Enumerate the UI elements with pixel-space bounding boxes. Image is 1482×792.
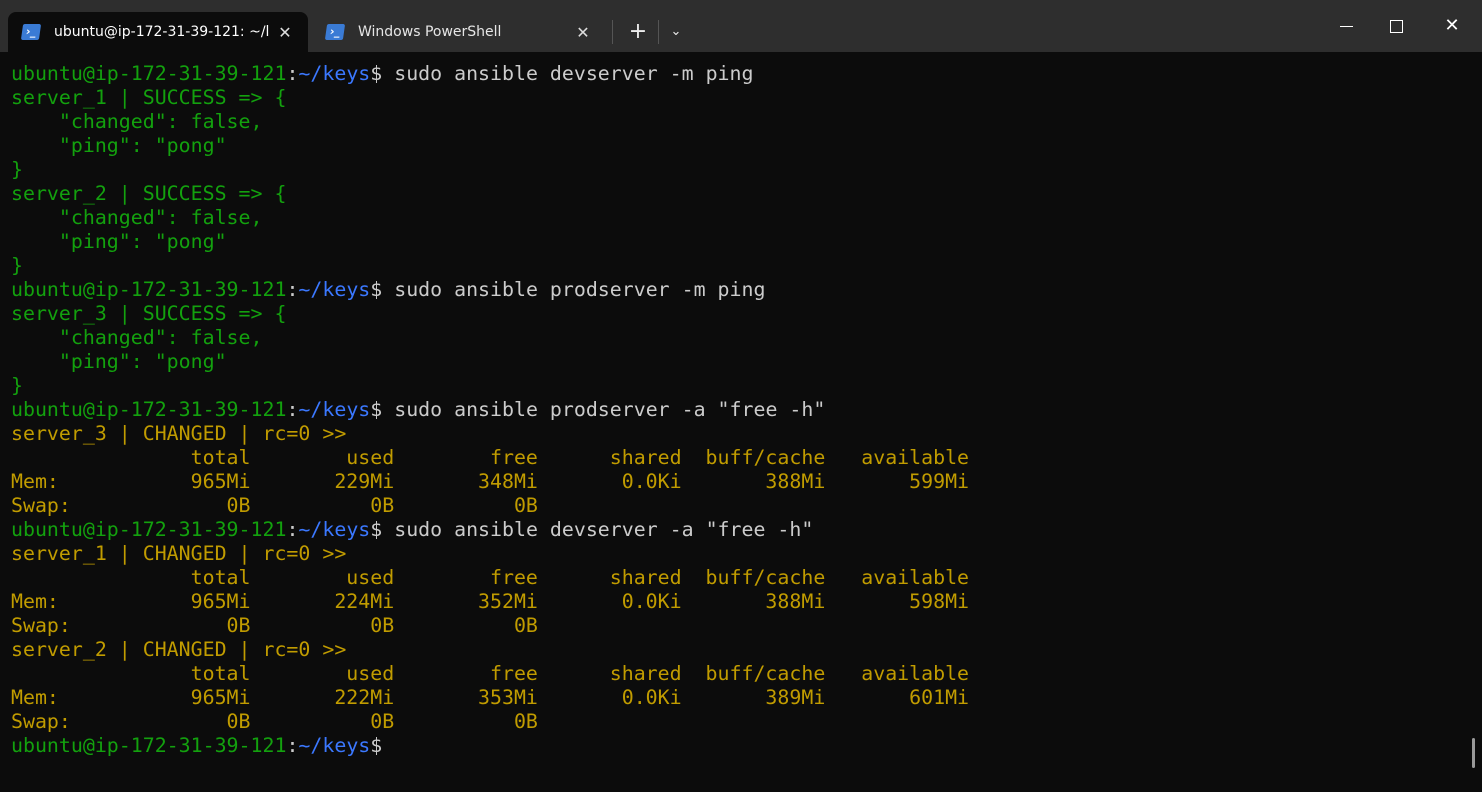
close-tab-icon[interactable]: ✕ [568, 23, 598, 42]
terminal-text-segment: ubuntu@ip-172-31-39-121 [11, 734, 287, 757]
terminal-line: "changed": false, [11, 326, 969, 350]
terminal-text-segment: Swap: 0B 0B 0B [11, 710, 538, 733]
powershell-icon: ›_ [324, 24, 346, 40]
terminal-text-segment: : [286, 398, 299, 421]
terminal-text-segment: Swap: 0B 0B 0B [11, 614, 538, 637]
terminal-text-segment: ~/keys [298, 278, 371, 301]
terminal-text-segment: $ [370, 734, 383, 757]
chevron-down-icon[interactable]: ⌄ [664, 16, 688, 48]
terminal-text-segment: $ sudo ansible devserver -a "free -h" [370, 518, 814, 541]
minimize-button[interactable] [1318, 0, 1374, 52]
terminal-line: server_1 | SUCCESS => { [11, 86, 969, 110]
terminal-line: Swap: 0B 0B 0B [11, 494, 969, 518]
terminal-text-segment: ubuntu@ip-172-31-39-121 [11, 398, 287, 421]
terminal-text-segment: } [11, 158, 23, 181]
terminal-output[interactable]: ubuntu@ip-172-31-39-121:~/keys$ sudo ans… [11, 62, 969, 758]
terminal-line: total used free shared buff/cache availa… [11, 446, 969, 470]
terminal-line: } [11, 158, 969, 182]
terminal-text-segment: ubuntu@ip-172-31-39-121 [11, 518, 287, 541]
terminal-text-segment: ubuntu@ip-172-31-39-121 [11, 278, 287, 301]
divider [612, 20, 613, 44]
terminal-text-segment: $ sudo ansible prodserver -a "free -h" [370, 398, 826, 421]
terminal-line: ubuntu@ip-172-31-39-121:~/keys$ [11, 734, 969, 758]
terminal-text-segment: "changed": false, [11, 206, 263, 229]
terminal-text-segment: : [286, 734, 299, 757]
terminal-line: "ping": "pong" [11, 230, 969, 254]
minimize-icon [1339, 25, 1353, 27]
divider [658, 20, 659, 44]
tab-label: Windows PowerShell [358, 24, 502, 40]
terminal-text-segment: Mem: 965Mi 222Mi 353Mi 0.0Ki 389Mi 601Mi [11, 686, 970, 709]
terminal-text-segment: server_1 | CHANGED | rc=0 >> [11, 542, 347, 565]
terminal-line: server_3 | SUCCESS => { [11, 302, 969, 326]
terminal-line: server_3 | CHANGED | rc=0 >> [11, 422, 969, 446]
terminal-text-segment: : [286, 518, 299, 541]
terminal-text-segment: Swap: 0B 0B 0B [11, 494, 538, 517]
terminal-text-segment: "changed": false, [11, 110, 263, 133]
terminal-line: "changed": false, [11, 110, 969, 134]
maximize-button[interactable] [1368, 0, 1424, 52]
terminal-text-segment: ~/keys [298, 62, 371, 85]
tab-windows-powershell[interactable]: ›_ Windows PowerShell ✕ [312, 12, 606, 52]
maximize-icon [1389, 19, 1403, 33]
terminal-line: total used free shared buff/cache availa… [11, 662, 969, 686]
terminal-text-segment: ubuntu@ip-172-31-39-121 [11, 62, 287, 85]
terminal-line: server_2 | SUCCESS => { [11, 182, 969, 206]
terminal-text-segment: server_2 | CHANGED | rc=0 >> [11, 638, 347, 661]
scrollbar-thumb[interactable] [1472, 738, 1475, 768]
terminal-line: "ping": "pong" [11, 134, 969, 158]
new-tab-button[interactable]: + [624, 16, 652, 48]
close-tab-icon[interactable]: ✕ [270, 23, 300, 42]
terminal-text-segment: ~/keys [298, 734, 371, 757]
terminal-text-segment: : [286, 278, 299, 301]
terminal-line: ubuntu@ip-172-31-39-121:~/keys$ sudo ans… [11, 278, 969, 302]
close-window-button[interactable]: ✕ [1424, 0, 1480, 52]
terminal-text-segment: total used free shared buff/cache availa… [11, 662, 970, 685]
terminal-text-segment: "ping": "pong" [11, 230, 227, 253]
terminal-line: ubuntu@ip-172-31-39-121:~/keys$ sudo ans… [11, 62, 969, 86]
terminal-line: server_2 | CHANGED | rc=0 >> [11, 638, 969, 662]
terminal-line: } [11, 374, 969, 398]
terminal-line: Swap: 0B 0B 0B [11, 710, 969, 734]
terminal-text-segment: $ sudo ansible prodserver -m ping [370, 278, 766, 301]
terminal-text-segment: server_2 | SUCCESS => { [11, 182, 287, 205]
terminal-text-segment: "ping": "pong" [11, 134, 227, 157]
terminal-line: ubuntu@ip-172-31-39-121:~/keys$ sudo ans… [11, 398, 969, 422]
terminal-line: "ping": "pong" [11, 350, 969, 374]
terminal-text-segment: ~/keys [298, 398, 371, 421]
terminal-text-segment: : [286, 62, 299, 85]
terminal-text-segment: ~/keys [298, 518, 371, 541]
terminal-line: Mem: 965Mi 229Mi 348Mi 0.0Ki 388Mi 599Mi [11, 470, 969, 494]
terminal-line: Mem: 965Mi 222Mi 353Mi 0.0Ki 389Mi 601Mi [11, 686, 969, 710]
title-bar: ›_ ubuntu@ip-172-31-39-121: ~/l ✕ ›_ Win… [0, 0, 1482, 52]
terminal-text-segment: server_1 | SUCCESS => { [11, 86, 287, 109]
terminal-text-segment: } [11, 254, 23, 277]
terminal-text-segment: server_3 | CHANGED | rc=0 >> [11, 422, 347, 445]
terminal-text-segment: total used free shared buff/cache availa… [11, 446, 970, 469]
terminal-line: Swap: 0B 0B 0B [11, 614, 969, 638]
terminal-text-segment: Mem: 965Mi 224Mi 352Mi 0.0Ki 388Mi 598Mi [11, 590, 970, 613]
terminal-text-segment: } [11, 374, 23, 397]
terminal-text-segment: server_3 | SUCCESS => { [11, 302, 287, 325]
terminal-line: ubuntu@ip-172-31-39-121:~/keys$ sudo ans… [11, 518, 969, 542]
terminal-text-segment: "ping": "pong" [11, 350, 227, 373]
terminal-line: } [11, 254, 969, 278]
powershell-icon: ›_ [20, 24, 42, 40]
tab-ubuntu[interactable]: ›_ ubuntu@ip-172-31-39-121: ~/l ✕ [8, 12, 308, 52]
terminal-line: server_1 | CHANGED | rc=0 >> [11, 542, 969, 566]
terminal-line: total used free shared buff/cache availa… [11, 566, 969, 590]
terminal-line: "changed": false, [11, 206, 969, 230]
terminal-line: Mem: 965Mi 224Mi 352Mi 0.0Ki 388Mi 598Mi [11, 590, 969, 614]
terminal-text-segment: total used free shared buff/cache availa… [11, 566, 970, 589]
terminal-text-segment: "changed": false, [11, 326, 263, 349]
tab-label: ubuntu@ip-172-31-39-121: ~/l [54, 24, 270, 40]
terminal-text-segment: $ sudo ansible devserver -m ping [370, 62, 754, 85]
terminal-text-segment: Mem: 965Mi 229Mi 348Mi 0.0Ki 388Mi 599Mi [11, 470, 970, 493]
